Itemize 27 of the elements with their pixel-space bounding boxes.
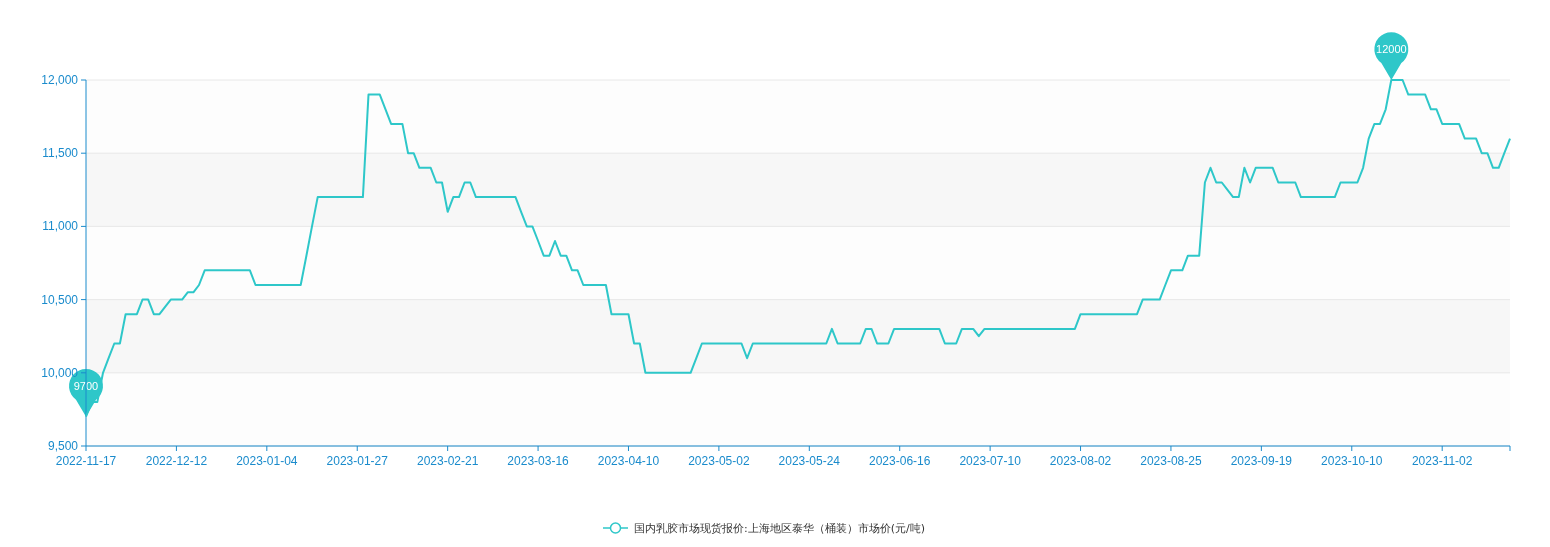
x-axis-label: 2023-01-04 bbox=[236, 454, 298, 468]
legend-label[interactable]: 国内乳胶市场现货报价:上海地区泰华（桶装）市场价(元/吨) bbox=[634, 522, 925, 535]
x-axis-label: 2023-01-27 bbox=[326, 454, 388, 468]
marker-label: 9700 bbox=[73, 379, 99, 392]
x-axis-label: 2023-03-16 bbox=[507, 454, 569, 468]
y-axis-label: 10,500 bbox=[41, 292, 78, 307]
marker-label: 12000 bbox=[1376, 43, 1407, 55]
marker-pin bbox=[1374, 32, 1409, 80]
x-axis-label: 2022-12-12 bbox=[145, 454, 208, 468]
x-axis-label: 2023-11-02 bbox=[1411, 454, 1473, 468]
x-axis-label: 2023-08-02 bbox=[1049, 454, 1112, 468]
x-axis-label: 2022-11-17 bbox=[55, 454, 117, 468]
y-axis-label: 11,500 bbox=[42, 146, 78, 161]
x-axis-label: 2023-06-16 bbox=[869, 454, 931, 468]
y-axis-label: 11,000 bbox=[42, 219, 78, 234]
y-axis-label: 10,000 bbox=[41, 365, 78, 380]
x-axis-label: 2023-05-02 bbox=[688, 454, 750, 468]
x-axis-label: 2023-07-10 bbox=[959, 454, 1021, 468]
x-axis-label: 2023-05-24 bbox=[778, 454, 840, 468]
legend-icon[interactable] bbox=[602, 522, 629, 534]
y-axis-label: 12,000 bbox=[41, 73, 78, 87]
x-axis-label: 2023-09-19 bbox=[1230, 454, 1293, 468]
x-axis-label: 2023-04-10 bbox=[597, 454, 660, 468]
x-axis-label: 2023-08-25 bbox=[1140, 454, 1202, 468]
x-axis-label: 2023-02-21 bbox=[416, 454, 479, 468]
x-axis-label: 2023-10-10 bbox=[1321, 454, 1383, 468]
y-axis-label: 9,500 bbox=[47, 439, 78, 453]
